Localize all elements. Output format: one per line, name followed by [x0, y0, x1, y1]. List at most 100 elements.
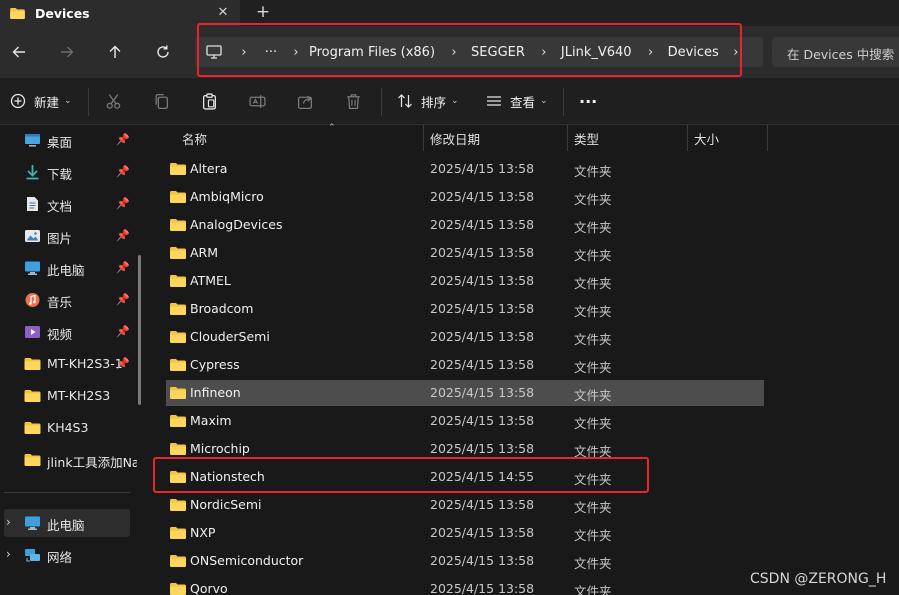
sidebar-item-folder[interactable]: MT-KH2S3 — [0, 382, 140, 410]
address-bar[interactable]: › ··· › Program Files (x86) › SEGGER › J… — [195, 37, 763, 67]
file-row[interactable]: AnalogDevices 2025/4/15 13:58 文件夹 — [166, 212, 764, 238]
pin-icon[interactable]: 📌 — [116, 261, 130, 275]
sidebar-item-folder[interactable]: jlink工具添加Nations — [0, 446, 140, 474]
pin-icon[interactable]: 📌 — [116, 325, 130, 339]
chevron-right-icon[interactable]: › — [638, 45, 664, 60]
file-row[interactable]: Altera 2025/4/15 13:58 文件夹 — [166, 156, 764, 182]
sort-ascending-icon: ⌃ — [328, 123, 336, 133]
column-header-name[interactable]: 名称 ⌃ — [182, 123, 422, 151]
paste-button[interactable] — [201, 88, 218, 114]
column-header-size[interactable]: 大小 — [694, 125, 764, 151]
close-tab-icon[interactable]: ✕ — [214, 3, 232, 21]
file-row[interactable]: ONSemiconductor 2025/4/15 13:58 文件夹 — [166, 548, 764, 574]
file-name: Cypress — [190, 357, 240, 372]
chevron-right-icon[interactable]: › — [231, 45, 257, 60]
column-divider[interactable] — [567, 125, 568, 151]
file-date: 2025/4/15 13:58 — [430, 441, 535, 456]
file-row[interactable]: NordicSemi 2025/4/15 13:58 文件夹 — [166, 492, 764, 518]
sidebar-item-music[interactable]: 音乐 📌 — [0, 286, 140, 314]
file-row[interactable]: AmbiqMicro 2025/4/15 13:58 文件夹 — [166, 184, 764, 210]
breadcrumb-item-current[interactable]: Devices — [668, 45, 719, 60]
sidebar-item-downloads[interactable]: 下载 📌 — [0, 158, 140, 186]
folder-icon — [170, 415, 186, 427]
file-row[interactable]: Broadcom 2025/4/15 13:58 文件夹 — [166, 296, 764, 322]
rename-button[interactable] — [249, 88, 266, 114]
pin-icon[interactable]: 📌 — [116, 229, 130, 243]
file-row[interactable]: Cypress 2025/4/15 13:58 文件夹 — [166, 352, 764, 378]
file-name: Qorvo — [190, 581, 228, 595]
breadcrumb-overflow-button[interactable]: ··· — [259, 45, 283, 60]
sidebar-item-this-pc-tree[interactable]: › 此电脑 — [4, 509, 130, 537]
sidebar-item-folder[interactable]: KH4S3 — [0, 414, 140, 442]
pin-icon[interactable]: 📌 — [116, 165, 130, 179]
more-options-button[interactable]: ··· — [579, 88, 597, 114]
file-name: Broadcom — [190, 301, 254, 316]
sidebar-item-documents[interactable]: 文档 📌 — [0, 190, 140, 218]
file-row[interactable]: Infineon 2025/4/15 13:58 文件夹 — [166, 380, 764, 406]
file-type: 文件夹 — [574, 332, 612, 347]
column-header-type[interactable]: 类型 — [574, 125, 684, 151]
new-tab-button[interactable]: + — [253, 2, 273, 22]
folder-icon — [170, 359, 186, 371]
column-divider[interactable] — [423, 125, 424, 151]
file-row[interactable]: Maxim 2025/4/15 13:58 文件夹 — [166, 408, 764, 434]
chevron-right-icon[interactable]: › — [723, 45, 749, 60]
share-button[interactable] — [297, 88, 314, 114]
sidebar-item-label: KH4S3 — [47, 420, 89, 435]
file-row[interactable]: Nationstech 2025/4/15 14:55 文件夹 — [166, 464, 764, 490]
new-button[interactable]: 新建 ⌄ — [10, 88, 72, 114]
copy-button[interactable] — [153, 88, 170, 114]
search-input[interactable]: 在 Devices 中搜索 — [772, 37, 899, 67]
file-date: 2025/4/15 14:55 — [430, 469, 535, 484]
chevron-right-icon[interactable]: › — [531, 45, 557, 60]
file-type: 文件夹 — [574, 556, 612, 571]
sidebar-scrollbar[interactable] — [138, 255, 141, 405]
pin-icon[interactable]: 📌 — [116, 133, 130, 147]
network-icon — [25, 549, 40, 562]
sidebar-item-pictures[interactable]: 图片 📌 — [0, 222, 140, 250]
column-header-date[interactable]: 修改日期 — [430, 125, 560, 151]
file-date: 2025/4/15 13:58 — [430, 553, 535, 568]
file-row[interactable]: ClouderSemi 2025/4/15 13:58 文件夹 — [166, 324, 764, 350]
file-row[interactable]: ARM 2025/4/15 13:58 文件夹 — [166, 240, 764, 266]
file-type: 文件夹 — [574, 360, 612, 375]
sidebar-item-videos[interactable]: 视频 📌 — [0, 318, 140, 346]
pin-icon[interactable]: 📌 — [116, 293, 130, 307]
breadcrumb-item[interactable]: Program Files (x86) — [309, 45, 435, 60]
file-row[interactable]: NXP 2025/4/15 13:58 文件夹 — [166, 520, 764, 546]
chevron-right-icon[interactable]: › — [6, 515, 11, 529]
delete-button[interactable] — [345, 88, 362, 114]
pin-icon[interactable]: 📌 — [116, 357, 130, 371]
folder-icon — [170, 247, 186, 259]
chevron-right-icon[interactable]: › — [6, 547, 11, 561]
sidebar-item-desktop[interactable]: 桌面 📌 — [0, 126, 140, 154]
view-button[interactable]: 查看 ⌄ — [486, 88, 548, 114]
sidebar-item-folder[interactable]: MT-KH2S3-1 📌 — [0, 350, 140, 378]
file-type: 文件夹 — [574, 584, 612, 595]
refresh-button[interactable] — [150, 39, 176, 65]
tab-bar: Devices ✕ + — [0, 0, 899, 26]
forward-button[interactable] — [54, 39, 80, 65]
breadcrumb-item[interactable]: JLink_V640 — [561, 45, 632, 60]
file-type: 文件夹 — [574, 388, 612, 403]
cut-button[interactable] — [105, 88, 122, 114]
sidebar-item-this-pc[interactable]: 此电脑 📌 — [0, 254, 140, 282]
documents-icon — [27, 197, 38, 211]
file-date: 2025/4/15 13:58 — [430, 385, 535, 400]
pin-icon[interactable]: 📌 — [116, 197, 130, 211]
file-row[interactable]: Qorvo 2025/4/15 13:58 文件夹 — [166, 576, 764, 595]
chevron-right-icon[interactable]: › — [283, 45, 309, 60]
sort-button[interactable]: 排序 ⌄ — [397, 88, 459, 114]
breadcrumb-item[interactable]: SEGGER — [471, 45, 525, 60]
file-row[interactable]: ATMEL 2025/4/15 13:58 文件夹 — [166, 268, 764, 294]
chevron-right-icon[interactable]: › — [441, 45, 467, 60]
back-button[interactable] — [6, 39, 32, 65]
column-divider[interactable] — [767, 125, 768, 151]
file-row[interactable]: Microchip 2025/4/15 13:58 文件夹 — [166, 436, 764, 462]
folder-icon — [170, 499, 186, 511]
sidebar-item-network[interactable]: › 网络 — [0, 541, 140, 569]
column-divider[interactable] — [687, 125, 688, 151]
tab-devices[interactable]: Devices ✕ — [0, 0, 240, 26]
up-button[interactable] — [102, 39, 128, 65]
folder-icon — [170, 191, 186, 203]
